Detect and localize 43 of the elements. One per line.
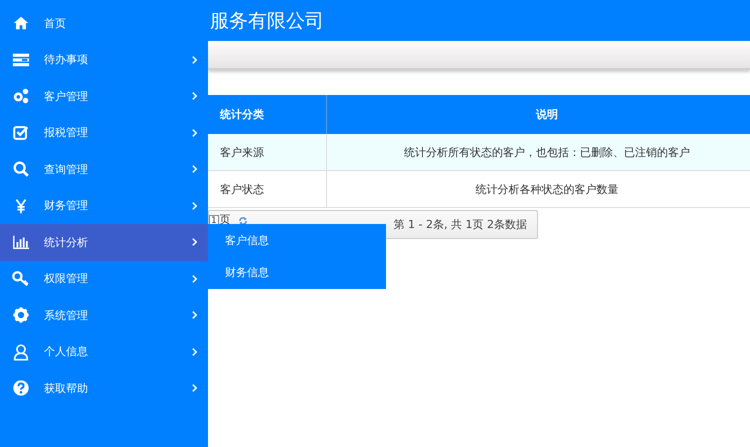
- menu-label: 报税管理: [44, 125, 89, 140]
- column-header: 说明: [326, 95, 750, 134]
- pager-summary: 第 1 - 2条, 共 1页 2条数据: [394, 217, 527, 232]
- column-header: 统计分类: [208, 95, 326, 134]
- menu-label: 首页: [44, 16, 67, 31]
- table-cell: 客户状态: [208, 170, 326, 208]
- table-cell: 统计分析各种状态的客户数量: [326, 170, 750, 208]
- page-label: 页: [220, 213, 231, 226]
- list-icon: [12, 50, 30, 69]
- submenu-item[interactable]: 财务信息: [208, 256, 386, 289]
- company-title: 服务有限公司: [209, 8, 324, 34]
- menu-label: 获取帮助: [44, 380, 89, 396]
- sidebar-item[interactable]: 财务管理: [0, 188, 208, 224]
- sidebar-item[interactable]: 报税管理: [0, 114, 208, 151]
- settings-icon: [12, 306, 30, 324]
- sidebar-item[interactable]: 统计分析: [0, 224, 208, 260]
- menu-label: 系统管理: [44, 308, 89, 323]
- sidebar-item[interactable]: 待办事项: [0, 42, 208, 78]
- menu-label: 待办事项: [44, 52, 89, 68]
- search-icon: [12, 160, 30, 178]
- sidebar-item[interactable]: 获取帮助: [0, 370, 208, 406]
- sidebar-item[interactable]: 系统管理: [0, 297, 208, 334]
- home-icon: [12, 14, 30, 32]
- user-icon: [12, 342, 30, 361]
- table-cell: 统计分析所有状态的客户，也包括：已删除、已注销的客户: [326, 134, 750, 170]
- menu-label: 统计分析: [44, 234, 89, 250]
- table-cell: 客户来源: [208, 134, 326, 170]
- menu-label: 财务管理: [44, 198, 89, 214]
- sidebar-item[interactable]: 权限管理: [0, 260, 208, 297]
- sidebar-item[interactable]: 查询管理: [0, 151, 208, 188]
- sidebar-item[interactable]: 首页: [0, 5, 208, 42]
- menu-label: 个人信息: [44, 344, 89, 360]
- checkbox-icon: [12, 124, 30, 142]
- refresh-icon[interactable]: [236, 216, 249, 226]
- sidebar-item[interactable]: 客户管理: [0, 78, 208, 114]
- menu-label: 查询管理: [44, 162, 89, 177]
- sidebar-item[interactable]: 个人信息: [0, 334, 208, 370]
- menu-label: 客户管理: [44, 88, 89, 104]
- submenu-item[interactable]: 客户信息: [208, 224, 386, 256]
- bar-chart-icon: [12, 233, 30, 252]
- menu-label: 权限管理: [44, 271, 89, 286]
- help-icon: [12, 379, 30, 398]
- key-icon: [12, 270, 30, 288]
